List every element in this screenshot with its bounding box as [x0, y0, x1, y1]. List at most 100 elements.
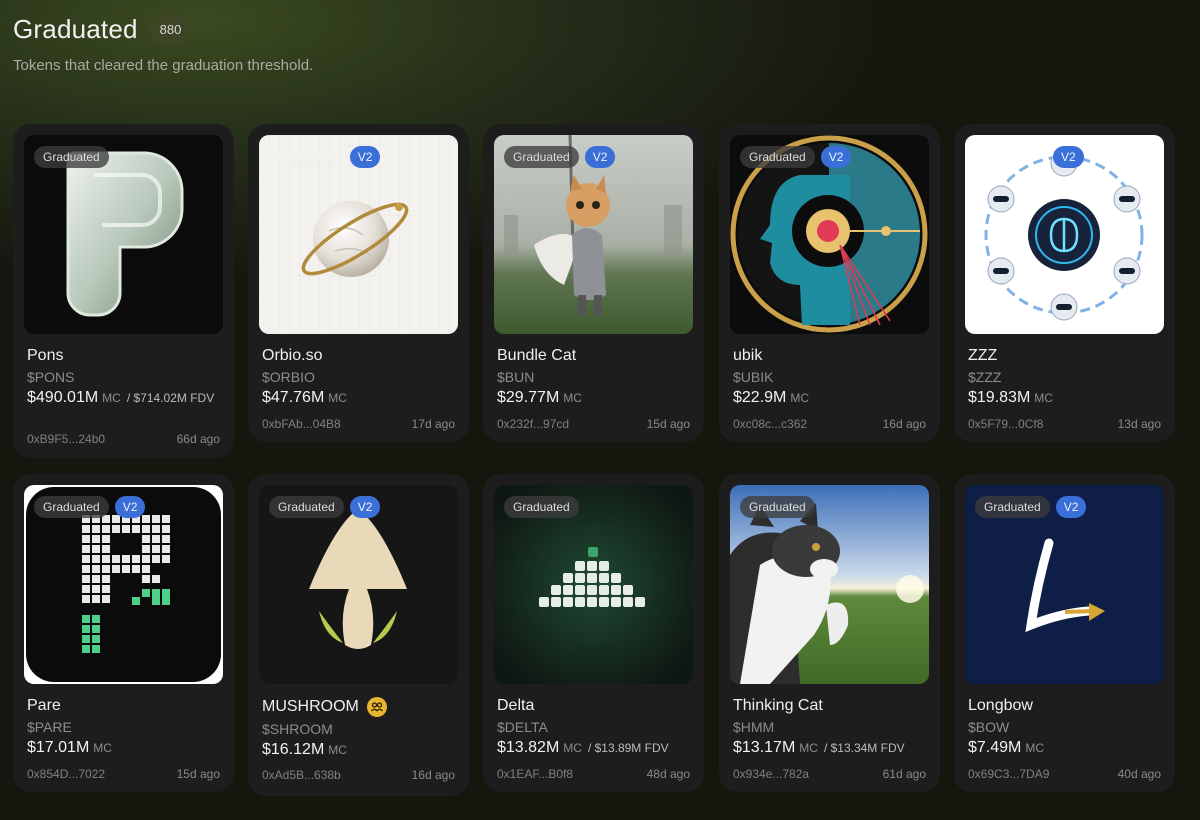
v2-badge: V2: [584, 146, 616, 168]
fdv-value: / $13.89M FDV: [587, 741, 669, 755]
v2-badge: V2: [1055, 496, 1087, 518]
token-ticker: $HMM: [733, 719, 775, 735]
token-age: 13d ago: [1117, 417, 1161, 431]
market-cap-unit: MC: [328, 743, 347, 757]
contract-address[interactable]: 0x5F79...0Cf8: [968, 417, 1043, 431]
token-card-pons[interactable]: Graduated Pons $PONS $490.01M MC / $714.02…: [13, 124, 234, 458]
token-age: 40d ago: [1117, 767, 1161, 781]
market-cap-unit: MC: [1025, 741, 1045, 755]
v2-badge: V2: [820, 146, 852, 168]
contract-address[interactable]: 0x854D...7022: [27, 767, 105, 781]
contract-address[interactable]: 0x934e...782a: [733, 767, 809, 781]
token-card-longbow[interactable]: Graduated V2 Longbow $BOW $7.49M MC 0x69C…: [954, 474, 1175, 792]
market-cap: $22.9M MC: [733, 390, 930, 406]
token-name: Thinking Cat: [733, 697, 823, 714]
market-cap-unit: MC: [102, 391, 121, 405]
token-card-mushroom[interactable]: Graduated V2 MUSHROOM $SHROOM $16.12M MC …: [248, 474, 469, 796]
market-cap-value: $19.83M: [968, 389, 1031, 406]
token-age: 66d ago: [176, 432, 220, 446]
token-card-bundle-cat[interactable]: Graduated V2 Bundle Cat $BUN $29.77M MC 0…: [483, 124, 704, 442]
market-cap-value: $13.17M: [733, 739, 796, 756]
market-cap-value: $490.01M: [27, 389, 99, 406]
market-cap-value: $47.76M: [262, 389, 325, 406]
v2-badge: V2: [114, 496, 146, 518]
contract-address[interactable]: 0x232f...97cd: [497, 417, 569, 431]
token-card-delta[interactable]: Graduated Delta $DELTA $13.82M MC / $13.89…: [483, 474, 704, 792]
token-name: Pons: [27, 347, 64, 364]
market-cap-unit: MC: [799, 741, 818, 755]
market-cap-value: $7.49M: [968, 739, 1022, 756]
graduated-badge: Graduated: [975, 496, 1050, 518]
graduated-badge: Graduated: [34, 496, 109, 518]
graduated-badge: Graduated: [278, 150, 335, 164]
v2-badge: V2: [349, 146, 381, 168]
graduated-badge: Graduated: [504, 146, 579, 168]
token-ticker: $PARE: [27, 719, 72, 735]
token-age: 16d ago: [882, 417, 926, 431]
community-icon: [366, 697, 387, 717]
token-card-ubik[interactable]: Graduated V2 ubik $UBIK $22.9M MC 0xc08c.…: [719, 124, 940, 442]
v2-badge: V2: [349, 496, 381, 518]
market-cap-unit: MC: [1034, 391, 1053, 405]
token-age: 48d ago: [646, 767, 690, 781]
token-ticker: $BUN: [497, 369, 535, 385]
token-card-thinking-cat[interactable]: Graduated Thinking Cat $HMM $13.17M MC / $…: [719, 474, 940, 792]
fdv-value: / $13.34M FDV: [823, 741, 905, 755]
market-cap-value: $22.9M: [733, 389, 787, 406]
market-cap-unit: MC: [563, 391, 582, 405]
token-age: 17d ago: [411, 417, 455, 431]
token-name: Pare: [27, 697, 61, 714]
market-cap: $19.83M MC: [968, 390, 1165, 406]
token-age: 61d ago: [882, 767, 926, 781]
token-ticker: $BOW: [968, 719, 1010, 735]
market-cap: $7.49M MC: [968, 740, 1165, 756]
market-cap-value: $17.01M: [27, 739, 90, 756]
contract-address[interactable]: 0xc08c...c362: [733, 417, 807, 431]
token-ticker: $DELTA: [497, 719, 548, 735]
contract-address[interactable]: 0xbFAb...04B8: [262, 417, 341, 431]
market-cap: $13.82M MC / $13.89M FDV: [497, 740, 694, 756]
contract-address[interactable]: 0x69C3...7DA9: [968, 767, 1049, 781]
token-card-pare[interactable]: Graduated V2 Pare $PARE $17.01M MC 0x854D…: [13, 474, 234, 792]
page-title: Graduated: [13, 14, 138, 44]
market-cap: $47.76M MC: [262, 390, 459, 406]
graduated-badge: Graduated: [34, 146, 109, 168]
token-ticker: $PONS: [27, 369, 75, 385]
token-name: ubik: [733, 347, 763, 364]
graduated-badge: Graduated: [740, 146, 815, 168]
token-name: Delta: [497, 697, 535, 714]
market-cap-value: $13.82M: [497, 739, 560, 756]
market-cap-value: $29.77M: [497, 389, 560, 406]
market-cap-unit: MC: [563, 741, 582, 755]
token-name: Longbow: [968, 697, 1033, 714]
market-cap-unit: MC: [93, 741, 112, 755]
market-cap-value: $16.12M: [262, 741, 325, 758]
graduated-badge: Graduated: [269, 496, 344, 518]
token-age: 15d ago: [176, 767, 220, 781]
graduated-badge: Graduated: [740, 496, 815, 518]
market-cap: $17.01M MC: [27, 740, 224, 756]
market-cap: $16.12M MC: [262, 742, 459, 758]
token-card-orbio[interactable]: Graduated V2 Orbio.so $ORBIO $47.76M MC 0…: [248, 124, 469, 442]
token-name: MUSHROOM: [262, 698, 359, 715]
token-age: 15d ago: [646, 417, 690, 431]
token-name: Orbio.so: [262, 347, 323, 364]
page-subtitle: Tokens that cleared the graduation thres…: [13, 57, 314, 74]
count-badge: 880: [149, 14, 192, 45]
graduated-badge: Graduated: [504, 496, 579, 518]
market-cap-unit: MC: [328, 391, 347, 405]
page-header: Graduated 880 Tokens that cleared the gr…: [13, 14, 313, 74]
market-cap-unit: MC: [790, 391, 810, 405]
contract-address[interactable]: 0xAd5B...638b: [262, 768, 341, 782]
market-cap: $29.77M MC: [497, 390, 694, 406]
market-cap: $13.17M MC / $13.34M FDV: [733, 740, 930, 756]
token-ticker: $UBIK: [733, 369, 774, 385]
contract-address[interactable]: 0x1EAF...B0f8: [497, 767, 573, 781]
market-cap: $490.01M MC / $714.02M FDV: [27, 390, 224, 406]
contract-address[interactable]: 0xB9F5...24b0: [27, 432, 105, 446]
token-name: Bundle Cat: [497, 347, 577, 364]
token-card-zzz[interactable]: V2 ZZZ $ZZZ $19.83M MC 0x5F79...0Cf8 13d …: [954, 124, 1175, 442]
v2-badge: V2: [1053, 146, 1084, 168]
token-ticker: $ZZZ: [968, 369, 1002, 385]
token-name: ZZZ: [968, 347, 998, 364]
